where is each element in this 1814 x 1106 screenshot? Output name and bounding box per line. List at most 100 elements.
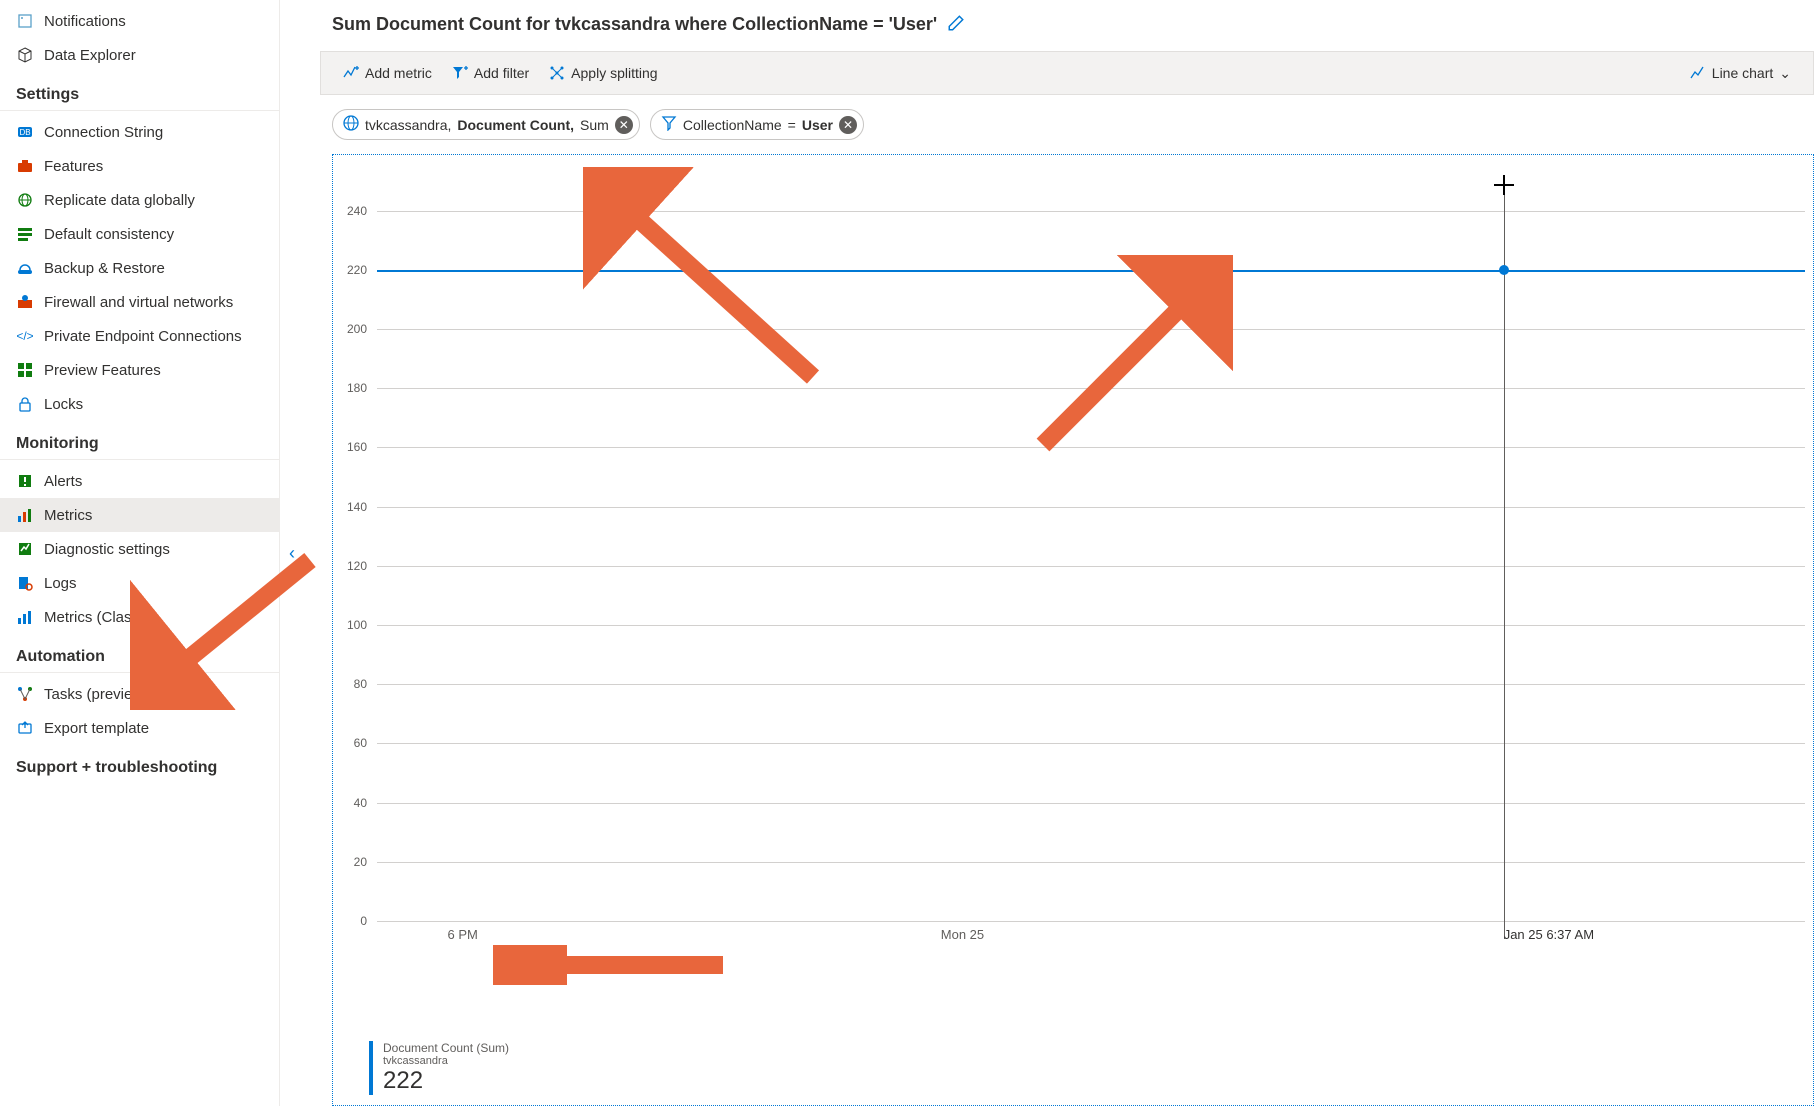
add-metric-button[interactable]: Add metric xyxy=(333,59,442,87)
grid-line xyxy=(377,743,1805,744)
metric-pill[interactable]: tvkcassandra, Document Count, Sum ✕ xyxy=(332,109,640,140)
chart-area[interactable]: 0204060801001201401601802002202406 PMMon… xyxy=(332,154,1814,1106)
x-tick-label: Mon 25 xyxy=(941,927,984,942)
metrics-classic-icon xyxy=(16,608,34,626)
pill-metric-name: Document Count, xyxy=(457,117,574,133)
pill-filter-eq: = xyxy=(788,117,796,133)
nav-label: Export template xyxy=(44,720,149,737)
nav-features[interactable]: Features xyxy=(0,149,279,183)
y-tick-label: 100 xyxy=(347,618,367,632)
y-tick-label: 20 xyxy=(354,855,367,869)
y-tick-label: 160 xyxy=(347,440,367,454)
nav-label: Locks xyxy=(44,396,83,413)
grid-line xyxy=(377,921,1805,922)
chart-title: Sum Document Count for tvkcassandra wher… xyxy=(332,14,937,35)
remove-metric-icon[interactable]: ✕ xyxy=(615,116,633,134)
nav-label: Data Explorer xyxy=(44,47,136,64)
add-filter-button[interactable]: Add filter xyxy=(442,59,539,87)
cube-icon xyxy=(16,46,34,64)
endpoint-icon: </> xyxy=(16,327,34,345)
line-chart-icon xyxy=(1690,65,1706,81)
nav-label: Backup & Restore xyxy=(44,260,165,277)
y-tick-label: 0 xyxy=(360,914,367,928)
toolbox-icon xyxy=(16,157,34,175)
x-tick-label: 6 PM xyxy=(448,927,478,942)
y-tick-label: 60 xyxy=(354,736,367,750)
diagnostic-icon xyxy=(16,540,34,558)
svg-text:DB: DB xyxy=(19,128,30,137)
bell-icon xyxy=(16,12,34,30)
main-content: Sum Document Count for tvkcassandra wher… xyxy=(304,0,1814,1106)
y-tick-label: 200 xyxy=(347,322,367,336)
chevron-down-icon: ⌄ xyxy=(1779,65,1791,82)
heading-monitoring: Monitoring xyxy=(0,421,279,460)
y-tick-label: 120 xyxy=(347,559,367,573)
alert-icon xyxy=(16,472,34,490)
nav-label: Private Endpoint Connections xyxy=(44,328,242,345)
remove-filter-icon[interactable]: ✕ xyxy=(839,116,857,134)
nav-locks[interactable]: Locks xyxy=(0,387,279,421)
nav-label: Replicate data globally xyxy=(44,192,195,209)
nav-label: Preview Features xyxy=(44,362,161,379)
nav-export-template[interactable]: Export template xyxy=(0,711,279,745)
pill-filter-key: CollectionName xyxy=(683,117,782,133)
btn-label: Line chart xyxy=(1712,65,1773,81)
y-tick-label: 80 xyxy=(354,677,367,691)
cursor-line xyxy=(1504,181,1505,939)
backup-icon xyxy=(16,259,34,277)
lock-icon xyxy=(16,395,34,413)
db-icon: DB xyxy=(16,123,34,141)
grid-line xyxy=(377,684,1805,685)
nav-replicate[interactable]: Replicate data globally xyxy=(0,183,279,217)
tasks-icon xyxy=(16,685,34,703)
nav-label: Firewall and virtual networks xyxy=(44,294,233,311)
grid-icon xyxy=(16,361,34,379)
nav-label: Features xyxy=(44,158,103,175)
nav-data-explorer[interactable]: Data Explorer xyxy=(0,38,279,72)
heading-support: Support + troubleshooting xyxy=(0,745,279,783)
nav-backup[interactable]: Backup & Restore xyxy=(0,251,279,285)
add-filter-icon xyxy=(452,65,468,81)
pill-agg: Sum xyxy=(580,117,609,133)
grid-line xyxy=(377,803,1805,804)
nav-consistency[interactable]: Default consistency xyxy=(0,217,279,251)
nav-label: Default consistency xyxy=(44,226,174,243)
svg-text:</>: </> xyxy=(17,329,33,343)
nav-connection-string[interactable]: DB Connection String xyxy=(0,115,279,149)
nav-label: Connection String xyxy=(44,124,163,141)
nav-firewall[interactable]: Firewall and virtual networks xyxy=(0,285,279,319)
heading-settings: Settings xyxy=(0,72,279,111)
pill-resource: tvkcassandra, xyxy=(365,117,451,133)
crosshair-icon xyxy=(1494,175,1514,195)
firewall-icon xyxy=(16,293,34,311)
edit-title-icon[interactable] xyxy=(947,14,965,35)
metrics-toolbar: Add metric Add filter Apply splitting Li… xyxy=(320,51,1814,95)
btn-label: Apply splitting xyxy=(571,65,657,81)
nav-notifications[interactable]: Notifications xyxy=(0,4,279,38)
resource-icon xyxy=(343,115,359,134)
apply-splitting-button[interactable]: Apply splitting xyxy=(539,59,667,87)
chart-legend: Document Count (Sum) tvkcassandra 222 xyxy=(369,1041,509,1095)
nav-label: Logs xyxy=(44,575,77,592)
btn-label: Add metric xyxy=(365,65,432,81)
nav-preview-features[interactable]: Preview Features xyxy=(0,353,279,387)
grid-line xyxy=(377,862,1805,863)
nav-label: Notifications xyxy=(44,13,126,30)
grid-line xyxy=(377,507,1805,508)
pill-filter-value: User xyxy=(802,117,833,133)
add-metric-icon xyxy=(343,65,359,81)
nav-alerts[interactable]: Alerts xyxy=(0,464,279,498)
y-tick-label: 40 xyxy=(354,796,367,810)
nav-label: Alerts xyxy=(44,473,82,490)
logs-icon xyxy=(16,574,34,592)
y-tick-label: 240 xyxy=(347,204,367,218)
nav-metrics[interactable]: Metrics xyxy=(0,498,279,532)
chart-type-dropdown[interactable]: Line chart ⌄ xyxy=(1680,59,1801,88)
legend-metric: Document Count (Sum) xyxy=(383,1041,509,1055)
export-icon xyxy=(16,719,34,737)
filter-pill[interactable]: CollectionName = User ✕ xyxy=(650,109,864,140)
legend-resource: tvkcassandra xyxy=(383,1055,509,1067)
globe-icon xyxy=(16,191,34,209)
nav-private-endpoint[interactable]: </> Private Endpoint Connections xyxy=(0,319,279,353)
bars-icon xyxy=(16,225,34,243)
